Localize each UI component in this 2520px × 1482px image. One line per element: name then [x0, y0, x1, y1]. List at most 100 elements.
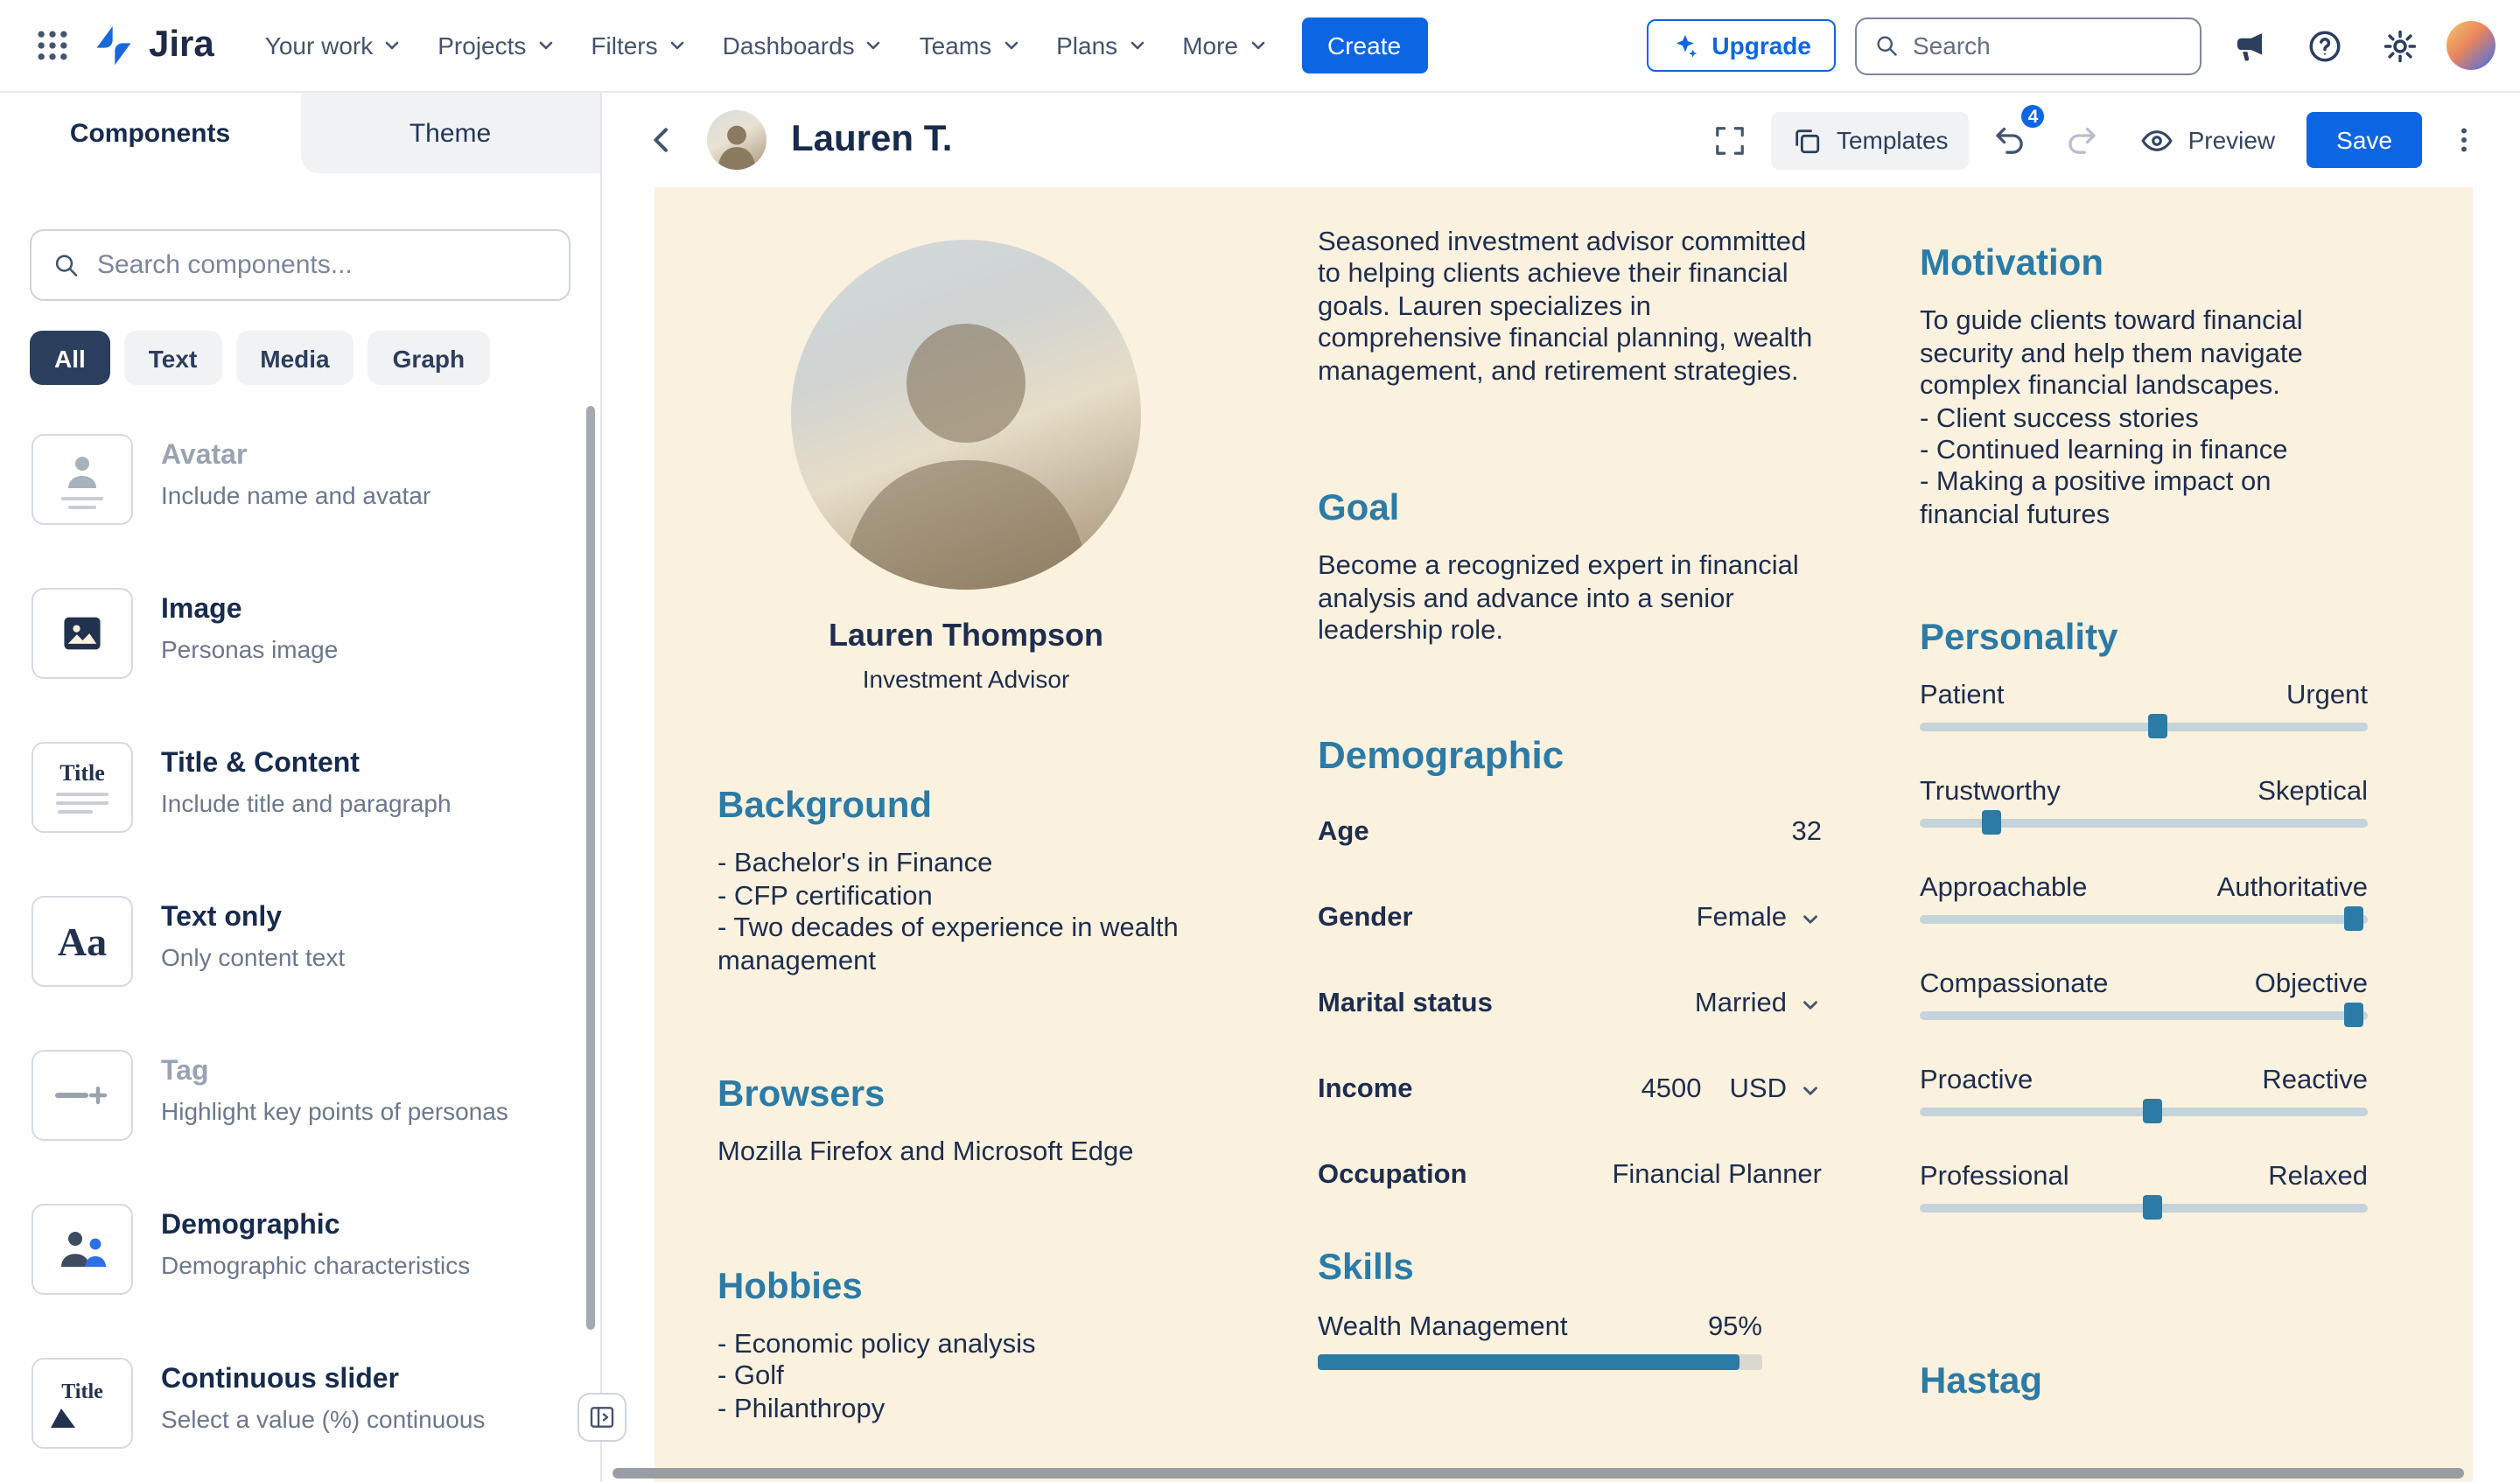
settings-button[interactable]	[2371, 17, 2427, 73]
demographic-row-income[interactable]: Income 4500 USD	[1318, 1074, 1822, 1106]
chevron-left-icon	[644, 122, 679, 157]
demo-value-text: Female	[1697, 903, 1787, 934]
slider-component-icon: Title	[32, 1358, 133, 1449]
slider-track[interactable]	[1920, 1205, 2368, 1213]
slider-handle[interactable]	[2147, 715, 2166, 739]
templates-button[interactable]: Templates	[1772, 111, 1970, 169]
section-hobbies[interactable]: Hobbies - Economic policy analysis - Gol…	[718, 1264, 1214, 1426]
gear-icon	[2381, 27, 2418, 64]
tab-components[interactable]: Components	[0, 93, 300, 173]
sparkle-icon	[1671, 31, 1699, 59]
skill-row[interactable]: Wealth Management 95%	[1318, 1313, 1762, 1345]
nav-item-teams[interactable]: Teams	[904, 19, 1037, 72]
demographic-component-icon	[32, 1204, 133, 1295]
motivation-line: - Continued learning in finance	[1920, 436, 2368, 468]
nav-item-your-work[interactable]: Your work	[249, 19, 419, 72]
persona-summary[interactable]: Seasoned investment advisor committed to…	[1318, 227, 1822, 388]
app-switcher-button[interactable]	[24, 17, 80, 73]
slider-left-label: Trustworthy	[1920, 778, 2061, 809]
component-card-continuous-slider[interactable]: Title Continuous slider Select a value (…	[0, 1337, 600, 1482]
demo-select-marital[interactable]: Married	[1695, 989, 1822, 1020]
demographic-row-occupation[interactable]: Occupation Financial Planner	[1318, 1160, 1822, 1192]
persona-thumbnail-avatar[interactable]	[707, 110, 766, 170]
sidebar-scrollbar[interactable]	[586, 406, 595, 1330]
upgrade-button[interactable]: Upgrade	[1647, 19, 1836, 72]
tab-theme[interactable]: Theme	[300, 93, 600, 173]
component-card-avatar[interactable]: Avatar Include name and avatar	[0, 413, 600, 567]
section-heading-hastag[interactable]: Hastag	[1920, 1360, 2368, 1404]
fullscreen-button[interactable]	[1702, 112, 1758, 168]
skill-progress-track[interactable]	[1318, 1355, 1762, 1371]
demo-select-gender[interactable]: Female	[1697, 903, 1822, 934]
back-button[interactable]	[634, 112, 690, 168]
nav-item-more[interactable]: More	[1166, 19, 1284, 72]
slider-handle[interactable]	[1982, 811, 2001, 835]
slider-handle[interactable]	[2345, 907, 2364, 932]
section-browsers[interactable]: Browsers Mozilla Firefox and Microsoft E…	[718, 1073, 1214, 1170]
persona-name[interactable]: Lauren Thompson	[718, 618, 1214, 654]
slider-track[interactable]	[1920, 724, 2368, 732]
demo-unit-text: USD	[1730, 1074, 1787, 1106]
user-avatar[interactable]	[2446, 21, 2496, 70]
editor-actions: Templates 4 Preview Save	[1702, 109, 2492, 171]
chevron-down-icon	[1126, 35, 1147, 56]
jira-logo[interactable]: Jira	[91, 23, 214, 68]
demo-value-text: 32	[1792, 817, 1823, 849]
persona-title: Lauren T.	[791, 119, 952, 161]
demo-value[interactable]: Financial Planner	[1612, 1160, 1822, 1192]
component-card-image[interactable]: Image Personas image	[0, 567, 600, 721]
filter-media[interactable]: Media	[235, 331, 354, 385]
collapse-panel-button[interactable]	[578, 1393, 626, 1442]
component-title: Avatar	[161, 439, 430, 472]
nav-item-dashboards[interactable]: Dashboards	[707, 19, 900, 72]
slider-track[interactable]	[1920, 1108, 2368, 1117]
slider-right-label: Reactive	[2262, 1066, 2368, 1098]
filter-text[interactable]: Text	[124, 331, 222, 385]
component-card-text-only[interactable]: Aa Text only Only content text	[0, 875, 600, 1029]
slider-track[interactable]	[1920, 1012, 2368, 1021]
filter-graph[interactable]: Graph	[368, 331, 489, 385]
section-heading-skills[interactable]: Skills	[1318, 1246, 1822, 1290]
preview-button[interactable]: Preview	[2124, 109, 2293, 171]
components-search-input[interactable]	[97, 250, 548, 280]
background-line: - CFP certification	[718, 881, 1214, 913]
help-button[interactable]	[2296, 17, 2352, 73]
slider-handle[interactable]	[2143, 1100, 2162, 1124]
demo-value[interactable]: 32	[1792, 817, 1823, 849]
slider-right-label: Objective	[2255, 970, 2368, 1002]
create-button[interactable]: Create	[1301, 17, 1427, 73]
section-heading-goal[interactable]: Goal	[1318, 486, 1822, 530]
more-options-button[interactable]	[2436, 112, 2492, 168]
nav-item-plans[interactable]: Plans	[1040, 19, 1163, 72]
persona-role[interactable]: Investment Advisor	[718, 665, 1214, 693]
demo-select-income[interactable]: 4500 USD	[1642, 1074, 1822, 1106]
component-card-tag[interactable]: Tag Highlight key points of personas	[0, 1029, 600, 1183]
component-card-title-content[interactable]: Title Title & Content Include title and …	[0, 721, 600, 875]
persona-photo[interactable]	[791, 240, 1141, 590]
slider-handle[interactable]	[2143, 1196, 2162, 1220]
demographic-row-marital-status[interactable]: Marital status Married	[1318, 989, 1822, 1020]
nav-item-projects[interactable]: Projects	[422, 19, 571, 72]
demographic-row-age[interactable]: Age 32	[1318, 817, 1822, 849]
component-title: Tag	[161, 1055, 508, 1088]
slider-handle[interactable]	[2345, 1003, 2364, 1028]
horizontal-scrollbar[interactable]	[612, 1468, 2464, 1479]
slider-track[interactable]	[1920, 820, 2368, 828]
demographic-row-gender[interactable]: Gender Female	[1318, 903, 1822, 934]
announcements-button[interactable]	[2221, 17, 2277, 73]
hobby-line: - Economic policy analysis	[718, 1330, 1214, 1362]
section-heading-personality[interactable]: Personality	[1920, 617, 2368, 661]
slider-left-label: Proactive	[1920, 1066, 2033, 1098]
chevron-down-icon	[1799, 993, 1822, 1016]
redo-button[interactable]	[2054, 112, 2110, 168]
save-button[interactable]: Save	[2306, 112, 2422, 168]
section-heading-motivation[interactable]: Motivation	[1920, 241, 2368, 285]
nav-item-filters[interactable]: Filters	[575, 19, 703, 72]
slider-track[interactable]	[1920, 916, 2368, 925]
section-heading-demographic[interactable]: Demographic	[1318, 732, 1822, 779]
component-card-demographic[interactable]: Demographic Demographic characteristics	[0, 1183, 600, 1337]
global-search-input[interactable]	[1913, 31, 2182, 59]
filter-all[interactable]: All	[30, 331, 110, 385]
motivation-text: To guide clients toward financial securi…	[1920, 306, 2303, 401]
section-background[interactable]: Background - Bachelor's in Finance - CFP…	[718, 784, 1214, 978]
